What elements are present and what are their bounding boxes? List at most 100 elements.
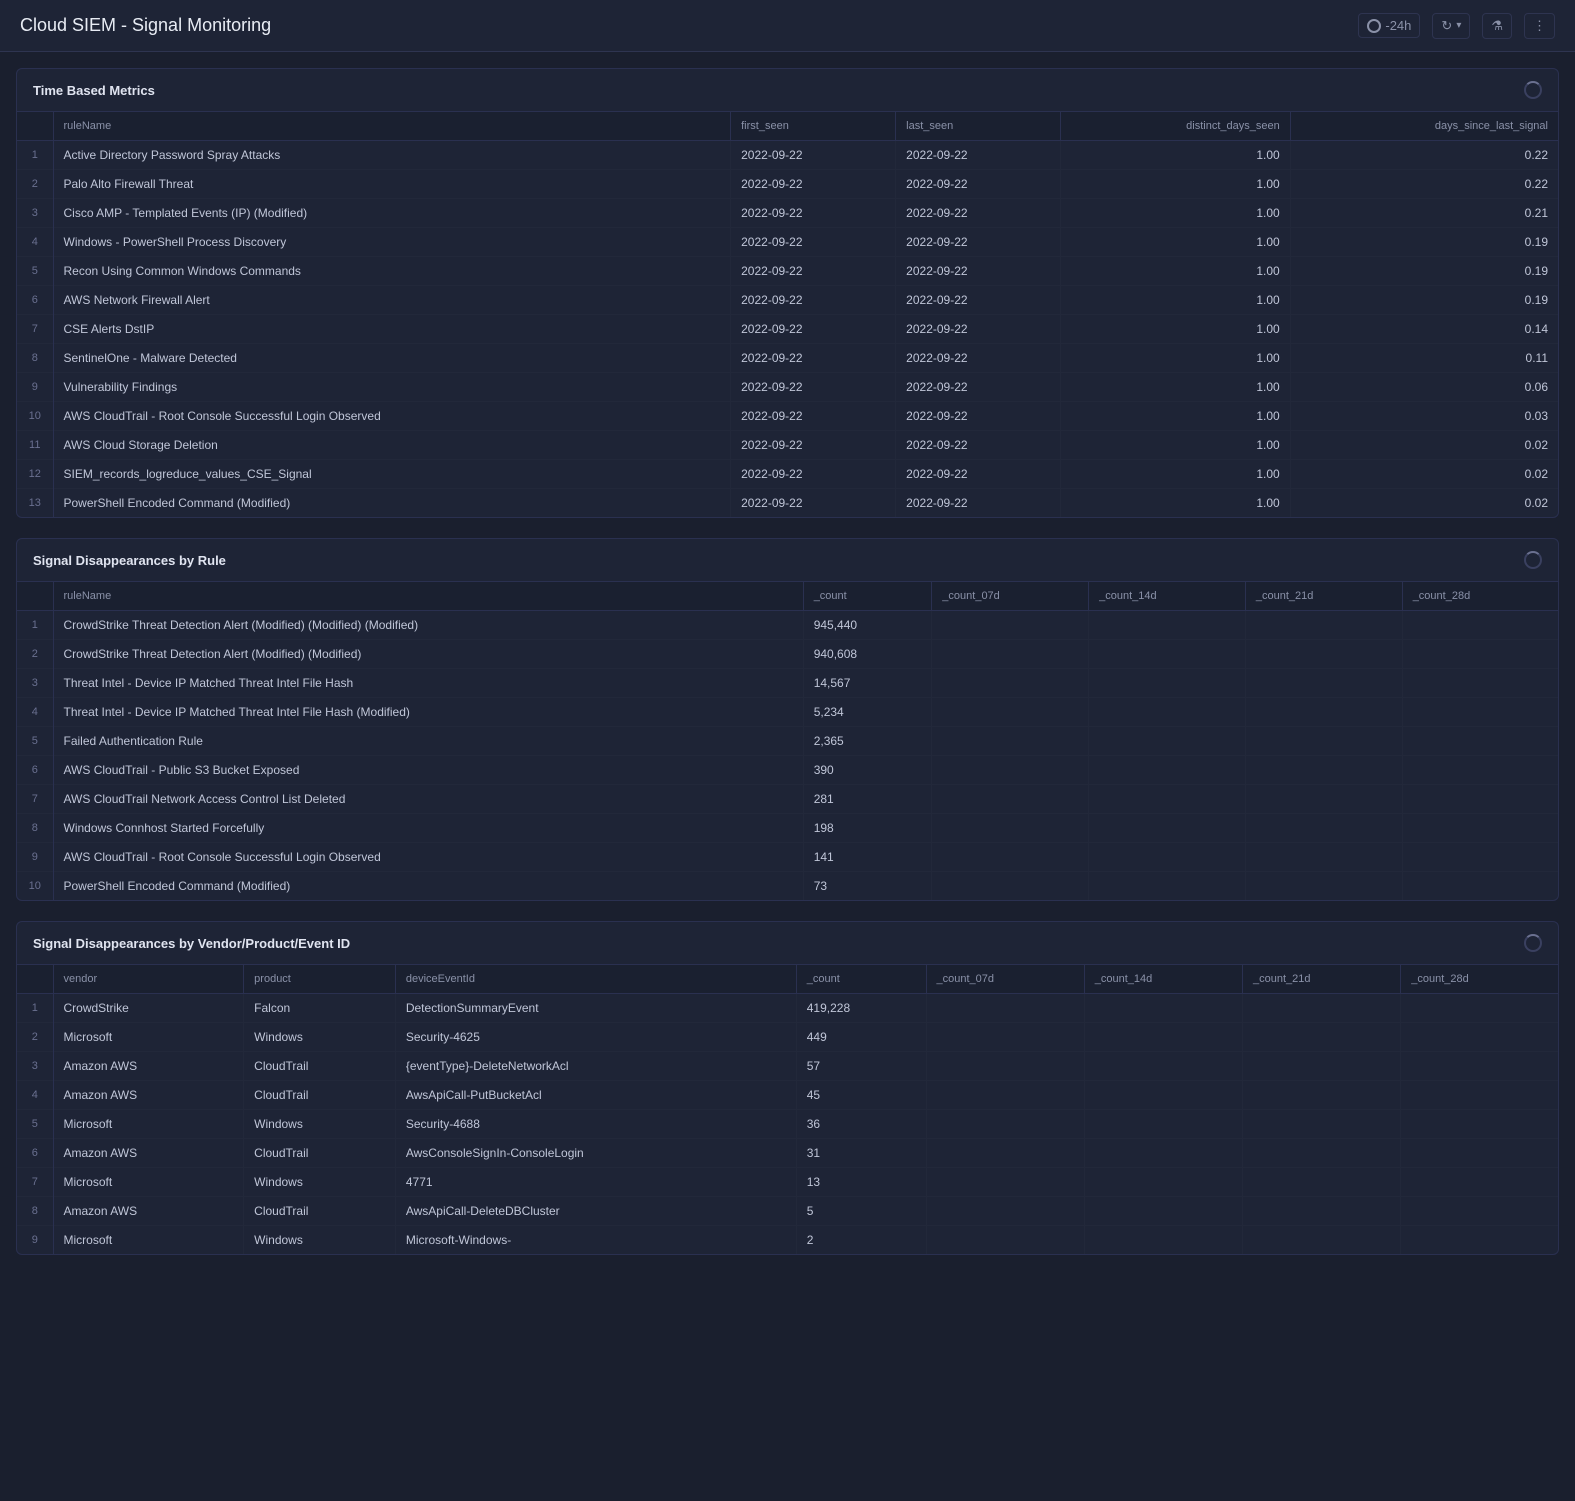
signal-disappearances-rule-section: Signal Disappearances by Rule ruleName _… (16, 538, 1559, 901)
last-seen: 2022-09-22 (896, 199, 1061, 228)
table-row: 1 CrowdStrike Threat Detection Alert (Mo… (17, 611, 1558, 640)
row-num: 5 (17, 257, 53, 286)
days-since: 0.11 (1290, 344, 1558, 373)
rule-name: Threat Intel - Device IP Matched Threat … (53, 698, 803, 727)
col-count: _count (796, 965, 926, 994)
refresh-control[interactable]: ↻ ▾ (1432, 13, 1470, 39)
count28d (1401, 1226, 1558, 1255)
rule-name: Palo Alto Firewall Threat (53, 170, 731, 199)
signal-disappearances-rule-scroll[interactable]: ruleName _count _count_07d _count_14d _c… (17, 582, 1558, 900)
distinct-days: 1.00 (1061, 286, 1291, 315)
table-row: 9 Microsoft Windows Microsoft-Windows- 2 (17, 1226, 1558, 1255)
refresh-icon: ↻ (1441, 18, 1452, 34)
first-seen: 2022-09-22 (731, 344, 896, 373)
count14d (1089, 611, 1246, 640)
signal-disappearances-vendor-header: Signal Disappearances by Vendor/Product/… (17, 922, 1558, 965)
count14d (1084, 994, 1242, 1023)
more-control[interactable]: ⋮ (1524, 13, 1555, 39)
product: Windows (244, 1023, 396, 1052)
last-seen: 2022-09-22 (896, 489, 1061, 518)
rule-name: Threat Intel - Device IP Matched Threat … (53, 669, 803, 698)
first-seen: 2022-09-22 (731, 228, 896, 257)
days-since: 0.02 (1290, 489, 1558, 518)
count07d (926, 1110, 1084, 1139)
time-range-control[interactable]: -24h (1358, 13, 1420, 38)
table-row: 5 Recon Using Common Windows Commands 20… (17, 257, 1558, 286)
row-num: 9 (17, 373, 53, 402)
row-num: 2 (17, 170, 53, 199)
table-row: 10 AWS CloudTrail - Root Console Success… (17, 402, 1558, 431)
col-rulename: ruleName (53, 112, 731, 141)
count14d (1089, 843, 1246, 872)
time-based-metrics-loader (1524, 81, 1542, 99)
count14d (1084, 1110, 1242, 1139)
app-title: Cloud SIEM - Signal Monitoring (20, 15, 271, 36)
rule-name: AWS CloudTrail - Root Console Successful… (53, 843, 803, 872)
signal-disappearances-vendor-body: 1 CrowdStrike Falcon DetectionSummaryEve… (17, 994, 1558, 1255)
count28d (1401, 1110, 1558, 1139)
col-first-seen: first_seen (731, 112, 896, 141)
count07d (932, 756, 1089, 785)
signal-disappearances-rule-body: 1 CrowdStrike Threat Detection Alert (Mo… (17, 611, 1558, 901)
count28d (1401, 994, 1558, 1023)
row-num: 7 (17, 315, 53, 344)
count21d (1243, 1081, 1401, 1110)
rule-name: PowerShell Encoded Command (Modified) (53, 489, 731, 518)
count28d (1402, 814, 1558, 843)
distinct-days: 1.00 (1061, 170, 1291, 199)
row-num: 13 (17, 489, 53, 518)
distinct-days: 1.00 (1061, 373, 1291, 402)
row-num: 5 (17, 727, 53, 756)
count07d (932, 843, 1089, 872)
row-num: 1 (17, 611, 53, 640)
days-since: 0.19 (1290, 286, 1558, 315)
count21d (1243, 1168, 1401, 1197)
product: Windows (244, 1168, 396, 1197)
count14d (1084, 1226, 1242, 1255)
signal-disappearances-rule-header: Signal Disappearances by Rule (17, 539, 1558, 582)
col-num (17, 112, 53, 141)
device-event-id: 4771 (395, 1168, 796, 1197)
rule-name: AWS CloudTrail - Public S3 Bucket Expose… (53, 756, 803, 785)
row-num: 6 (17, 756, 53, 785)
vendor: Microsoft (53, 1226, 244, 1255)
time-range-label: -24h (1385, 18, 1411, 33)
row-num: 3 (17, 669, 53, 698)
table-row: 13 PowerShell Encoded Command (Modified)… (17, 489, 1558, 518)
rule-name: Windows - PowerShell Process Discovery (53, 228, 731, 257)
row-num: 7 (17, 1168, 53, 1197)
table-row: 4 Windows - PowerShell Process Discovery… (17, 228, 1558, 257)
product: CloudTrail (244, 1052, 396, 1081)
count21d (1243, 1023, 1401, 1052)
col-count14d: _count_14d (1089, 582, 1246, 611)
table-row: 11 AWS Cloud Storage Deletion 2022-09-22… (17, 431, 1558, 460)
count14d (1084, 1023, 1242, 1052)
count14d (1084, 1168, 1242, 1197)
last-seen: 2022-09-22 (896, 344, 1061, 373)
col-count07d: _count_07d (932, 582, 1089, 611)
count07d (926, 1226, 1084, 1255)
table-row: 5 Microsoft Windows Security-4688 36 (17, 1110, 1558, 1139)
days-since: 0.19 (1290, 228, 1558, 257)
product: CloudTrail (244, 1081, 396, 1110)
count07d (926, 994, 1084, 1023)
count07d (932, 640, 1089, 669)
row-num: 5 (17, 1110, 53, 1139)
table-row: 12 SIEM_records_logreduce_values_CSE_Sig… (17, 460, 1558, 489)
count28d (1402, 698, 1558, 727)
table-row: 6 Amazon AWS CloudTrail AwsConsoleSignIn… (17, 1139, 1558, 1168)
count14d (1089, 640, 1246, 669)
count: 31 (796, 1139, 926, 1168)
table-row: 7 CSE Alerts DstIP 2022-09-22 2022-09-22… (17, 315, 1558, 344)
last-seen: 2022-09-22 (896, 170, 1061, 199)
table-row: 4 Threat Intel - Device IP Matched Threa… (17, 698, 1558, 727)
days-since: 0.14 (1290, 315, 1558, 344)
row-num: 6 (17, 1139, 53, 1168)
row-num: 2 (17, 640, 53, 669)
table-row: 2 CrowdStrike Threat Detection Alert (Mo… (17, 640, 1558, 669)
count07d (932, 611, 1089, 640)
count28d (1401, 1139, 1558, 1168)
sdr-header-row: ruleName _count _count_07d _count_14d _c… (17, 582, 1558, 611)
filter-control[interactable]: ⚗ (1482, 13, 1512, 39)
row-num: 8 (17, 344, 53, 373)
